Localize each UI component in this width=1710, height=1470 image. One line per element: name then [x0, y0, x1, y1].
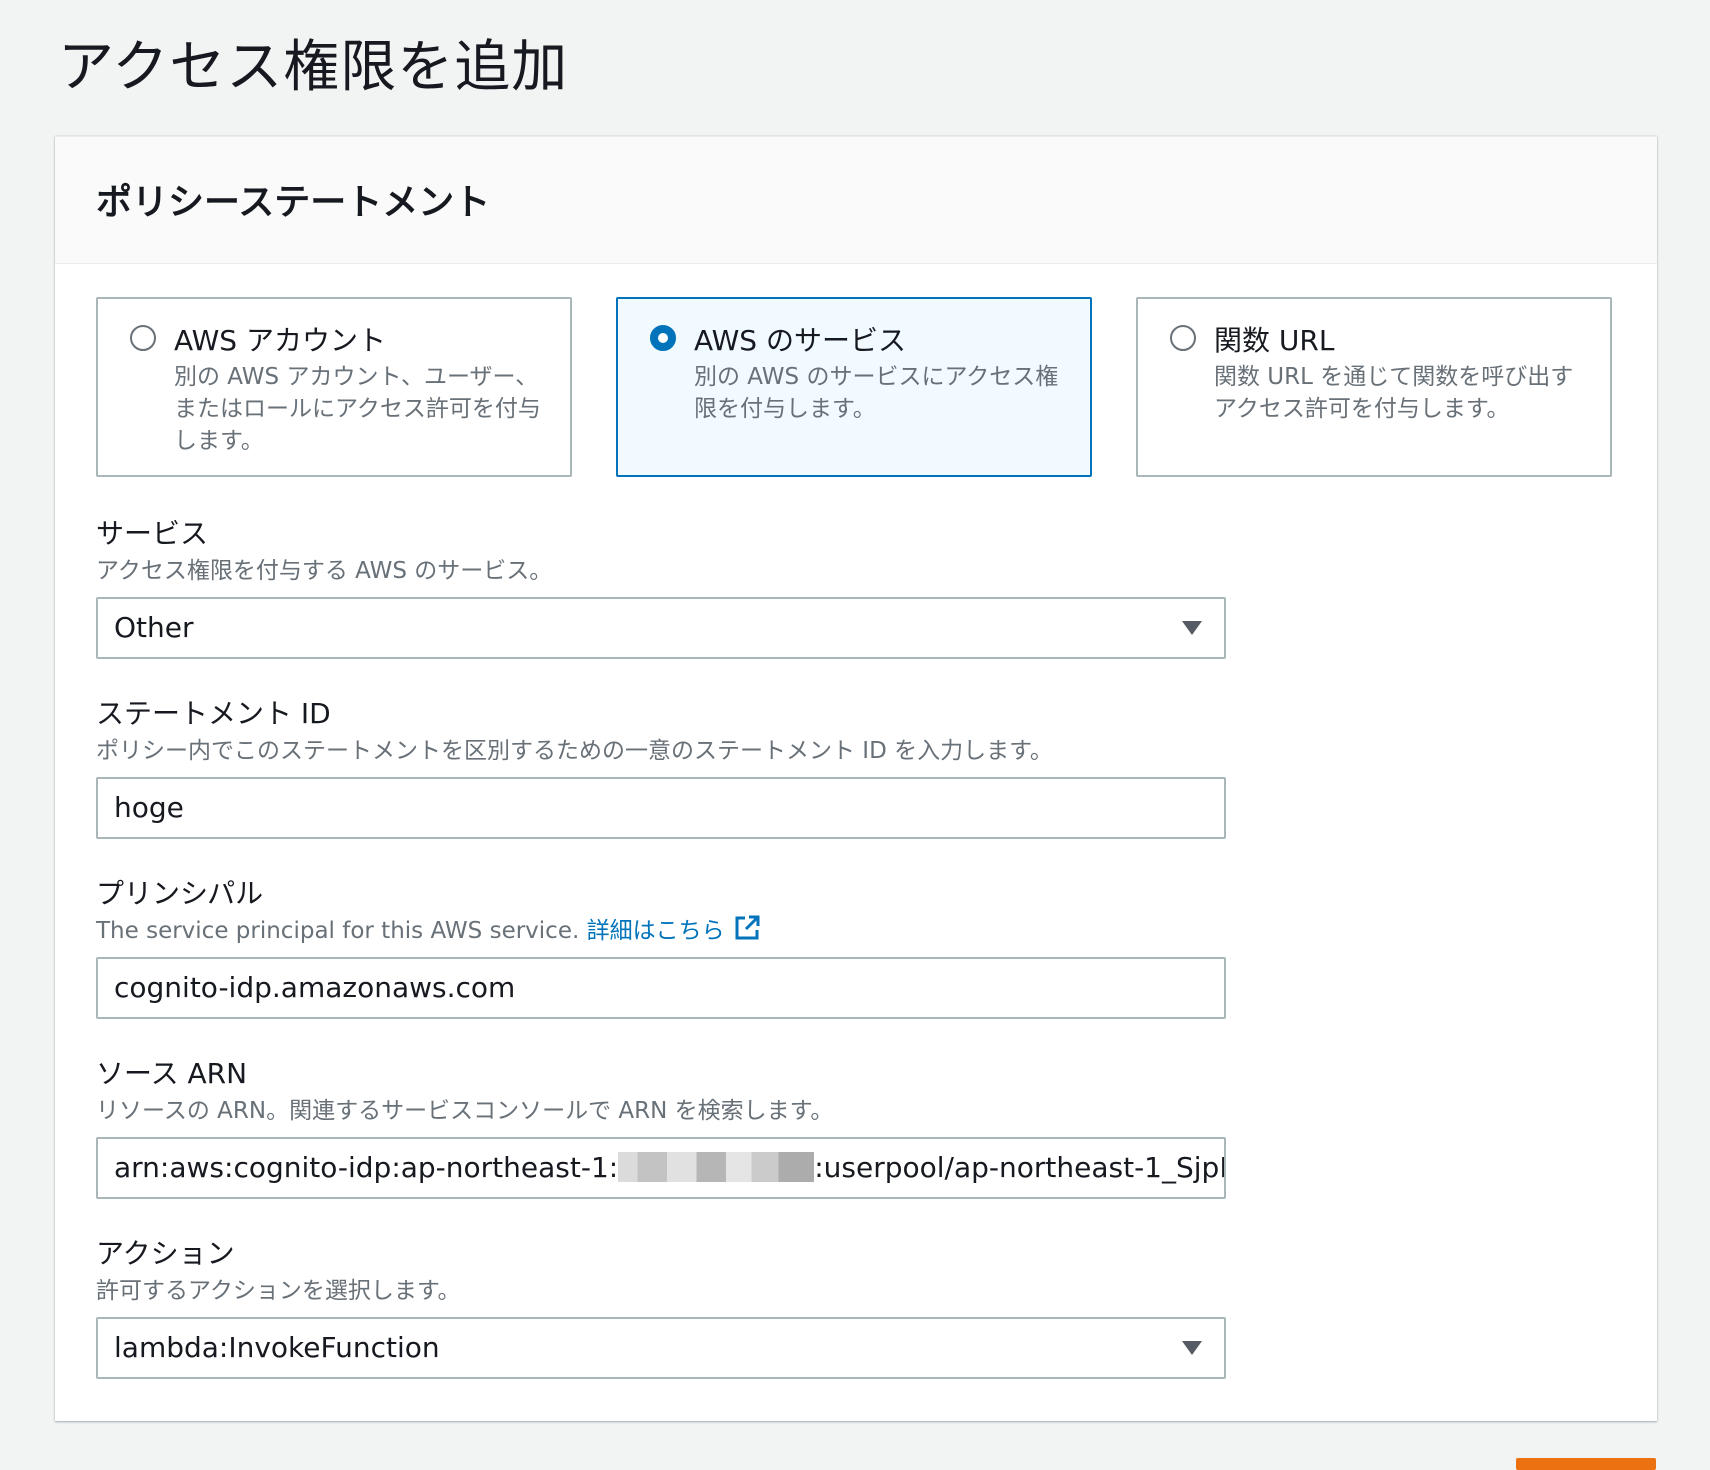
statement-id-value: hoge [114, 791, 184, 824]
tile-aws-account[interactable]: AWS アカウント 別の AWS アカウント、ユーザー、またはロールにアクセス許… [96, 297, 572, 477]
statement-id-label: ステートメント ID [96, 697, 331, 730]
tile-aws-service[interactable]: AWS のサービス 別の AWS のサービスにアクセス権限を付与します。 [616, 297, 1092, 477]
external-link-icon [733, 914, 761, 953]
panel-title: ポリシーステートメント [96, 182, 491, 223]
tile-description: 関数 URL を通じて関数を呼び出すアクセス許可を付与します。 [1214, 364, 1574, 422]
statement-id-input[interactable]: hoge [96, 777, 1226, 839]
action-select-value: lambda:InvokeFunction [114, 1331, 440, 1364]
caret-down-icon [1182, 621, 1202, 635]
principal-input[interactable]: cognito-idp.amazonaws.com [96, 957, 1226, 1019]
radio-aws-account[interactable] [130, 325, 156, 351]
source-arn-label: ソース ARN [96, 1057, 248, 1090]
tile-description: 別の AWS アカウント、ユーザー、またはロールにアクセス許可を付与します。 [174, 364, 541, 454]
action-description: 許可するアクションを選択します。 [96, 1278, 461, 1304]
principal-value: cognito-idp.amazonaws.com [114, 971, 516, 1004]
tile-title: 関数 URL [1214, 324, 1335, 357]
tile-title: AWS アカウント [174, 324, 386, 357]
principal-label: プリンシパル [96, 877, 264, 910]
tile-title: AWS のサービス [694, 324, 906, 357]
learn-more-link[interactable]: 詳細はこちら [586, 915, 761, 944]
learn-more-link-text: 詳細はこちら [586, 918, 725, 944]
policy-statement-panel: ポリシーステートメント AWS アカウント 別の AWS アカウント、ユーザー、… [55, 136, 1657, 1421]
principal-description-row: The service principal for this AWS servi… [96, 913, 1226, 949]
radio-aws-service[interactable] [650, 325, 676, 351]
service-description: アクセス権限を付与する AWS のサービス。 [96, 558, 553, 584]
action-label: アクション [96, 1237, 235, 1270]
radio-function-url[interactable] [1170, 325, 1196, 351]
tile-description: 別の AWS のサービスにアクセス権限を付与します。 [694, 364, 1059, 422]
redacted-account-id [618, 1152, 815, 1182]
service-label: サービス [96, 517, 209, 550]
action-select[interactable]: lambda:InvokeFunction [96, 1317, 1226, 1379]
tile-function-url[interactable]: 関数 URL 関数 URL を通じて関数を呼び出すアクセス許可を付与します。 [1136, 297, 1612, 477]
source-arn-suffix: :userpool/ap-northeast-1_SjpNJWl [814, 1151, 1224, 1184]
principal-field: プリンシパル The service principal for this AW… [96, 875, 1226, 1019]
source-arn-description: リソースの ARN。関連するサービスコンソールで ARN を検索します。 [96, 1098, 834, 1124]
source-arn-prefix: arn:aws:cognito-idp:ap-northeast-1: [114, 1151, 619, 1184]
primary-button-partial[interactable] [1516, 1458, 1656, 1470]
statement-id-field: ステートメント ID ポリシー内でこのステートメントを区別するための一意のステー… [96, 695, 1226, 839]
action-field: アクション 許可するアクションを選択します。 lambda:InvokeFunc… [96, 1235, 1226, 1379]
source-arn-field: ソース ARN リソースの ARN。関連するサービスコンソールで ARN を検索… [96, 1055, 1226, 1199]
page-title: アクセス権限を追加 [58, 35, 569, 100]
service-select-value: Other [114, 611, 194, 644]
service-field: サービス アクセス権限を付与する AWS のサービス。 Other [96, 515, 1226, 659]
panel-header: ポリシーステートメント [55, 137, 1657, 264]
statement-id-description: ポリシー内でこのステートメントを区別するための一意のステートメント ID を入力… [96, 738, 1053, 764]
principal-description: The service principal for this AWS servi… [96, 918, 580, 944]
caret-down-icon [1182, 1341, 1202, 1355]
source-arn-input[interactable]: arn:aws:cognito-idp:ap-northeast-1: :user… [96, 1137, 1226, 1199]
service-select[interactable]: Other [96, 597, 1226, 659]
